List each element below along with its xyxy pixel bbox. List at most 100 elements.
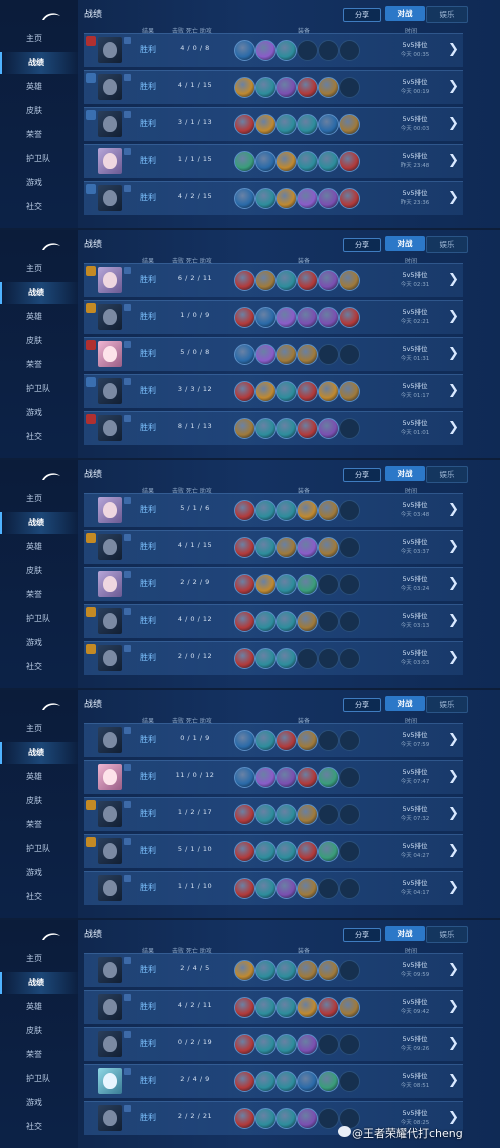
tab-entertainment[interactable]: 娱乐 [426, 926, 468, 943]
chevron-right-icon[interactable]: ❯ [448, 650, 459, 666]
sidebar-item[interactable]: 战绩 [0, 972, 80, 994]
match-row[interactable]: 胜利 4 / 2 / 11 5v5排位 今天 09:42 ❯ [84, 990, 463, 1024]
chevron-right-icon[interactable]: ❯ [448, 732, 459, 748]
sidebar-item[interactable]: 荣誉 [0, 124, 78, 146]
match-row[interactable]: 胜利 2 / 4 / 5 5v5排位 今天 09:59 ❯ [84, 953, 463, 987]
match-row[interactable]: 胜利 0 / 1 / 9 5v5排位 今天 07:59 ❯ [84, 723, 463, 757]
chevron-right-icon[interactable]: ❯ [448, 999, 459, 1015]
sidebar-item[interactable]: 护卫队 [0, 1068, 78, 1090]
tab-battle[interactable]: 对战 [385, 926, 425, 941]
chevron-right-icon[interactable]: ❯ [448, 272, 459, 288]
sidebar-item[interactable]: 皮肤 [0, 560, 78, 582]
sidebar-item[interactable]: 主页 [0, 948, 78, 970]
match-row[interactable]: 胜利 1 / 1 / 15 5v5排位 昨天 23:48 ❯ [84, 144, 463, 178]
sidebar-item[interactable]: 荣誉 [0, 814, 78, 836]
tab-entertainment[interactable]: 娱乐 [426, 6, 468, 23]
back-logo-icon[interactable] [40, 927, 62, 940]
tab-battle[interactable]: 对战 [385, 696, 425, 711]
sidebar-item[interactable]: 皮肤 [0, 1020, 78, 1042]
chevron-right-icon[interactable]: ❯ [448, 843, 459, 859]
back-logo-icon[interactable] [40, 467, 62, 480]
match-row[interactable]: 胜利 1 / 0 / 9 5v5排位 今天 02:21 ❯ [84, 300, 463, 334]
back-logo-icon[interactable] [40, 7, 62, 20]
share-button[interactable]: 分享 [343, 698, 381, 712]
match-row[interactable]: 胜利 1 / 1 / 10 5v5排位 今天 04:17 ❯ [84, 871, 463, 905]
chevron-right-icon[interactable]: ❯ [448, 79, 459, 95]
match-row[interactable]: 胜利 3 / 3 / 12 5v5排位 今天 01:17 ❯ [84, 374, 463, 408]
chevron-right-icon[interactable]: ❯ [448, 880, 459, 896]
sidebar-item[interactable]: 战绩 [0, 52, 80, 74]
sidebar-item[interactable]: 主页 [0, 258, 78, 280]
match-row[interactable]: 胜利 5 / 0 / 8 5v5排位 今天 01:31 ❯ [84, 337, 463, 371]
match-row[interactable]: 胜利 2 / 4 / 9 5v5排位 今天 08:51 ❯ [84, 1064, 463, 1098]
chevron-right-icon[interactable]: ❯ [448, 420, 459, 436]
tab-battle[interactable]: 对战 [385, 6, 425, 21]
chevron-right-icon[interactable]: ❯ [448, 769, 459, 785]
chevron-right-icon[interactable]: ❯ [448, 1073, 459, 1089]
sidebar-item[interactable]: 游戏 [0, 1092, 78, 1114]
sidebar-item[interactable]: 游戏 [0, 632, 78, 654]
chevron-right-icon[interactable]: ❯ [448, 309, 459, 325]
sidebar-item[interactable]: 荣誉 [0, 584, 78, 606]
match-row[interactable]: 胜利 8 / 1 / 13 5v5排位 今天 01:01 ❯ [84, 411, 463, 445]
sidebar-item[interactable]: 护卫队 [0, 148, 78, 170]
sidebar-item[interactable]: 社交 [0, 1116, 78, 1138]
match-row[interactable]: 胜利 4 / 0 / 12 5v5排位 今天 03:13 ❯ [84, 604, 463, 638]
match-row[interactable]: 胜利 6 / 2 / 11 5v5排位 今天 02:31 ❯ [84, 263, 463, 297]
tab-battle[interactable]: 对战 [385, 236, 425, 251]
sidebar-item[interactable]: 社交 [0, 656, 78, 678]
sidebar-item[interactable]: 皮肤 [0, 790, 78, 812]
sidebar-item[interactable]: 主页 [0, 28, 78, 50]
sidebar-item[interactable]: 英雄 [0, 76, 78, 98]
sidebar-item[interactable]: 英雄 [0, 536, 78, 558]
sidebar-item[interactable]: 战绩 [0, 512, 80, 534]
sidebar-item[interactable]: 英雄 [0, 996, 78, 1018]
chevron-right-icon[interactable]: ❯ [448, 153, 459, 169]
chevron-right-icon[interactable]: ❯ [448, 116, 459, 132]
match-row[interactable]: 胜利 2 / 0 / 12 5v5排位 今天 03:03 ❯ [84, 641, 463, 675]
tab-entertainment[interactable]: 娱乐 [426, 696, 468, 713]
sidebar-item[interactable]: 主页 [0, 488, 78, 510]
match-row[interactable]: 胜利 0 / 2 / 19 5v5排位 今天 09:26 ❯ [84, 1027, 463, 1061]
tab-entertainment[interactable]: 娱乐 [426, 236, 468, 253]
match-row[interactable]: 胜利 5 / 1 / 6 5v5排位 今天 03:48 ❯ [84, 493, 463, 527]
match-row[interactable]: 胜利 5 / 1 / 10 5v5排位 今天 04:27 ❯ [84, 834, 463, 868]
sidebar-item[interactable]: 战绩 [0, 282, 80, 304]
share-button[interactable]: 分享 [343, 468, 381, 482]
sidebar-item[interactable]: 荣誉 [0, 1044, 78, 1066]
chevron-right-icon[interactable]: ❯ [448, 613, 459, 629]
share-button[interactable]: 分享 [343, 238, 381, 252]
sidebar-item[interactable]: 社交 [0, 426, 78, 448]
sidebar-item[interactable]: 皮肤 [0, 100, 78, 122]
back-logo-icon[interactable] [40, 237, 62, 250]
chevron-right-icon[interactable]: ❯ [448, 576, 459, 592]
chevron-right-icon[interactable]: ❯ [448, 1036, 459, 1052]
sidebar-item[interactable]: 英雄 [0, 306, 78, 328]
match-row[interactable]: 胜利 4 / 1 / 15 5v5排位 今天 03:37 ❯ [84, 530, 463, 564]
chevron-right-icon[interactable]: ❯ [448, 1110, 459, 1126]
match-row[interactable]: 胜利 11 / 0 / 12 5v5排位 今天 07:47 ❯ [84, 760, 463, 794]
sidebar-item[interactable]: 护卫队 [0, 838, 78, 860]
back-logo-icon[interactable] [40, 697, 62, 710]
match-row[interactable]: 胜利 4 / 2 / 15 5v5排位 昨天 23:36 ❯ [84, 181, 463, 215]
chevron-right-icon[interactable]: ❯ [448, 962, 459, 978]
sidebar-item[interactable]: 社交 [0, 886, 78, 908]
tab-entertainment[interactable]: 娱乐 [426, 466, 468, 483]
sidebar-item[interactable]: 游戏 [0, 402, 78, 424]
sidebar-item[interactable]: 战绩 [0, 742, 80, 764]
tab-battle[interactable]: 对战 [385, 466, 425, 481]
chevron-right-icon[interactable]: ❯ [448, 42, 459, 58]
sidebar-item[interactable]: 主页 [0, 718, 78, 740]
match-row[interactable]: 胜利 1 / 2 / 17 5v5排位 今天 07:32 ❯ [84, 797, 463, 831]
chevron-right-icon[interactable]: ❯ [448, 346, 459, 362]
match-row[interactable]: 胜利 3 / 1 / 13 5v5排位 今天 00:03 ❯ [84, 107, 463, 141]
match-row[interactable]: 胜利 4 / 0 / 8 5v5排位 今天 00:35 ❯ [84, 33, 463, 67]
sidebar-item[interactable]: 护卫队 [0, 608, 78, 630]
match-row[interactable]: 胜利 4 / 1 / 15 5v5排位 今天 00:19 ❯ [84, 70, 463, 104]
sidebar-item[interactable]: 社交 [0, 196, 78, 218]
chevron-right-icon[interactable]: ❯ [448, 806, 459, 822]
chevron-right-icon[interactable]: ❯ [448, 539, 459, 555]
sidebar-item[interactable]: 游戏 [0, 172, 78, 194]
sidebar-item[interactable]: 荣誉 [0, 354, 78, 376]
chevron-right-icon[interactable]: ❯ [448, 502, 459, 518]
